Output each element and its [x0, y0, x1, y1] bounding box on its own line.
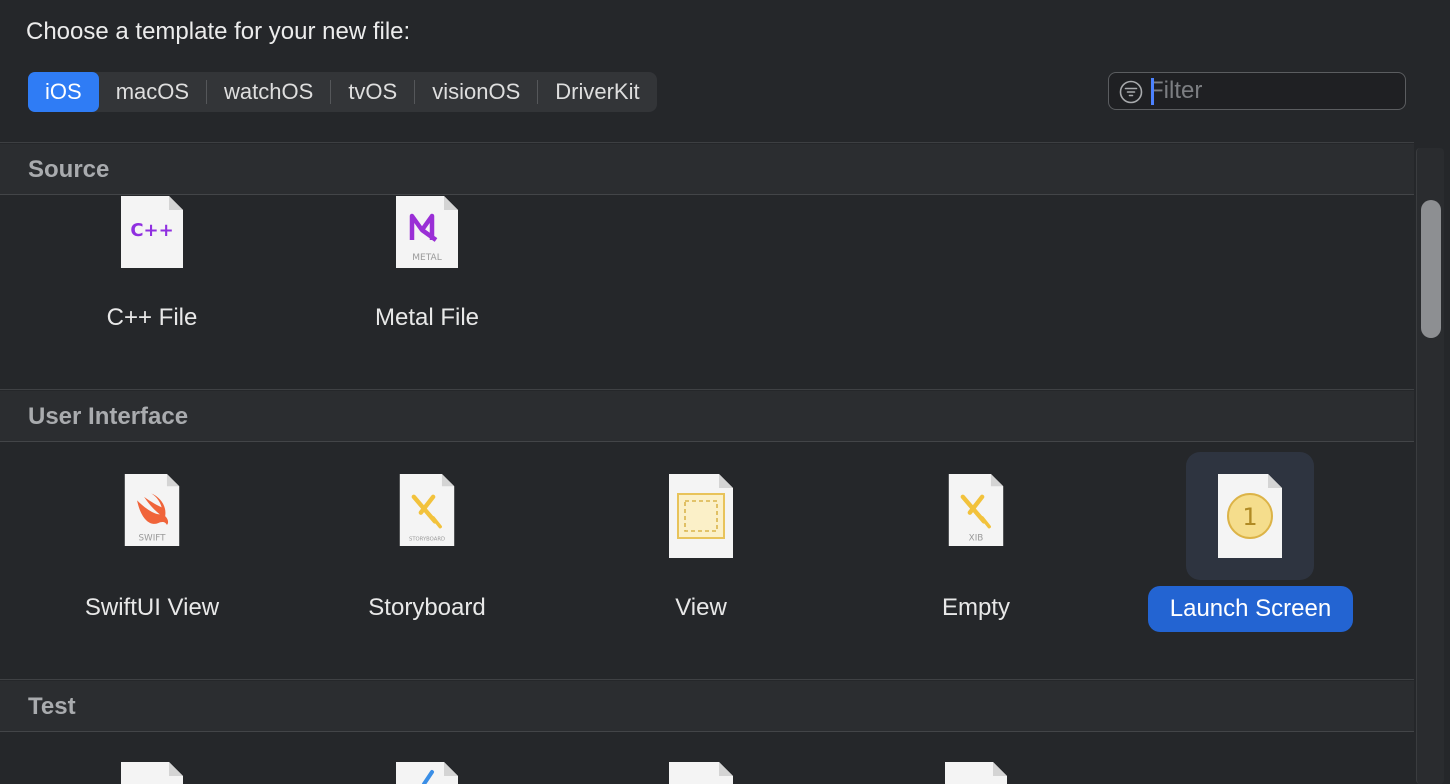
template-label: Empty: [941, 594, 1010, 621]
file-badge: C++: [130, 220, 173, 241]
platform-tab-watchos[interactable]: watchOS: [207, 72, 330, 112]
launch-screen-file-icon: 1: [1218, 474, 1282, 558]
section-header-user-interface: User Interface: [0, 391, 1414, 442]
file-badge: STORYBOARD: [409, 537, 445, 543]
divider: [0, 142, 1414, 143]
dialog-heading: Choose a template for your new file:: [26, 18, 411, 45]
swift-file-icon: SWIFT: [124, 474, 180, 546]
platform-segmented-control: iOS macOS watchOS tvOS visionOS DriverKi…: [28, 72, 657, 112]
template-tile-metal-file[interactable]: METAL Metal File: [327, 196, 527, 346]
xib-file-icon: XIB: [948, 474, 1004, 546]
section-title: Test: [28, 693, 76, 720]
platform-tab-visionos[interactable]: visionOS: [415, 72, 537, 112]
test-file-icon[interactable]: [396, 762, 458, 784]
text-caret: [1151, 78, 1154, 105]
platform-tab-macos[interactable]: macOS: [99, 72, 206, 112]
template-label: Storyboard: [368, 594, 486, 621]
test-file-icon[interactable]: [121, 762, 183, 784]
platform-tab-driverkit[interactable]: DriverKit: [538, 72, 656, 112]
metal-file-icon: METAL: [396, 196, 458, 268]
storyboard-file-icon: STORYBOARD: [399, 474, 455, 546]
template-tile-empty[interactable]: XIB Empty: [876, 474, 1076, 634]
filter-field[interactable]: [1108, 72, 1406, 110]
file-badge: SWIFT: [138, 534, 166, 544]
template-tile-swiftui-view[interactable]: SWIFT SwiftUI View: [52, 474, 252, 634]
template-label: SwiftUI View: [84, 594, 220, 621]
test-file-icon[interactable]: [945, 762, 1007, 784]
divider: [0, 389, 1414, 390]
file-badge: METAL: [412, 253, 441, 263]
platform-tab-ios[interactable]: iOS: [28, 72, 99, 112]
file-badge: 1: [1242, 503, 1257, 531]
filter-icon: [1119, 80, 1143, 104]
template-tile-view[interactable]: View: [601, 474, 801, 634]
scrollbar-thumb[interactable]: [1421, 200, 1441, 338]
cpp-file-icon: C++: [121, 196, 183, 268]
section-title: Source: [28, 156, 110, 183]
template-label: View: [675, 594, 727, 621]
test-file-icon[interactable]: [669, 762, 733, 784]
platform-tab-tvos[interactable]: tvOS: [331, 72, 414, 112]
file-badge: XIB: [969, 534, 984, 544]
filter-input[interactable]: [1149, 77, 1399, 105]
section-header-test: Test: [0, 681, 1414, 732]
view-file-icon: [669, 474, 733, 558]
section-title: User Interface: [28, 403, 189, 430]
divider: [0, 679, 1414, 680]
template-tile-cpp-file[interactable]: C++ C++ File: [52, 196, 252, 346]
template-label: C++ File: [106, 304, 198, 331]
template-label: Metal File: [374, 304, 480, 331]
template-label-selected[interactable]: Launch Screen: [1148, 586, 1353, 632]
section-header-source: Source: [0, 144, 1414, 195]
template-tile-storyboard[interactable]: STORYBOARD Storyboard: [327, 474, 527, 634]
